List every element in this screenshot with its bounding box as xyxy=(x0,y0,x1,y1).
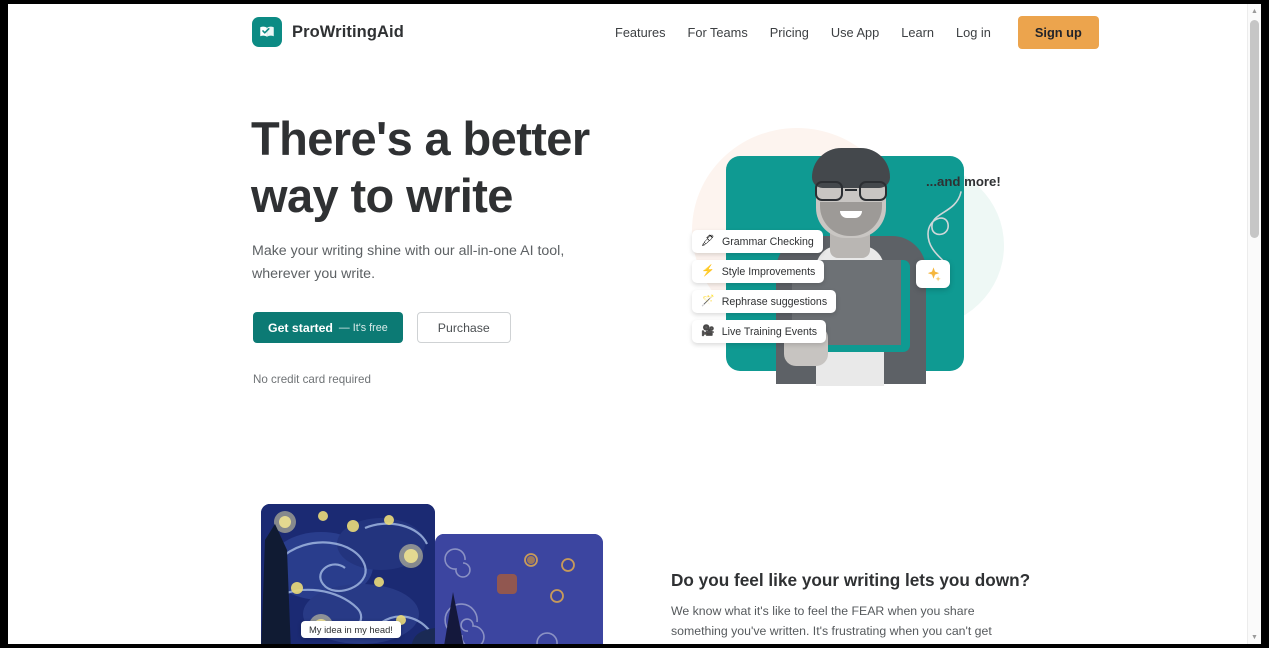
magic-wand-icon: 🪄 xyxy=(701,295,715,307)
brand-logo[interactable]: ProWritingAid xyxy=(252,17,404,47)
section-two-body: We know what it's like to feel the FEAR … xyxy=(671,604,992,644)
video-camera-icon: 🎥 xyxy=(701,325,715,337)
feature-chip-grammar-checking[interactable]: 🖋 Grammar Checking xyxy=(692,230,823,253)
browser-window: ProWritingAid Features For Teams Pricing… xyxy=(8,4,1261,644)
sign-up-button[interactable]: Sign up xyxy=(1017,16,1099,49)
nav-item-features[interactable]: Features xyxy=(604,17,677,48)
get-started-sublabel: — It's free xyxy=(338,321,388,334)
and-more-label: ...and more! xyxy=(926,174,1001,189)
glasses-icon xyxy=(814,181,888,201)
quill-pen-icon: 🖋 xyxy=(701,235,715,247)
sparkles-icon xyxy=(916,260,950,288)
feature-chip-label: Style Improvements xyxy=(721,265,816,278)
section-two-title: Do you feel like your writing lets you d… xyxy=(671,570,1031,590)
idea-caption-label: My idea in my head! xyxy=(301,621,401,638)
feature-chip-list: 🖋 Grammar Checking ⚡ Style Improvements … xyxy=(692,230,852,350)
site-header: ProWritingAid Features For Teams Pricing… xyxy=(8,4,1247,60)
feature-chip-live-training-events[interactable]: 🎥 Live Training Events xyxy=(692,320,827,343)
scroll-up-arrow[interactable]: ▲ xyxy=(1248,4,1261,18)
nav-item-pricing[interactable]: Pricing xyxy=(759,17,820,48)
main-nav: Features For Teams Pricing Use App Learn… xyxy=(604,16,1099,49)
get-started-button[interactable]: Get started — It's free xyxy=(253,312,403,343)
nav-item-log-in[interactable]: Log in xyxy=(945,17,1002,48)
page-viewport: ProWritingAid Features For Teams Pricing… xyxy=(8,4,1247,644)
lightning-bolt-icon: ⚡ xyxy=(701,265,715,277)
book-check-icon xyxy=(252,17,282,47)
simplified-painting-graphic xyxy=(435,534,603,644)
page-title: There's a better way to write xyxy=(251,112,590,222)
feature-chip-label: Live Training Events xyxy=(721,325,818,338)
feature-chip-style-improvements[interactable]: ⚡ Style Improvements xyxy=(692,260,825,283)
feature-chip-label: Grammar Checking xyxy=(721,235,814,248)
nav-item-for-teams[interactable]: For Teams xyxy=(677,17,759,48)
no-credit-card-note: No credit card required xyxy=(253,373,371,386)
feature-chip-rephrase-suggestions[interactable]: 🪄 Rephrase suggestions xyxy=(692,290,837,313)
nav-item-learn[interactable]: Learn xyxy=(890,17,945,48)
feature-chip-label: Rephrase suggestions xyxy=(721,295,828,308)
scroll-down-arrow[interactable]: ▼ xyxy=(1248,630,1261,644)
hero-cta-row: Get started — It's free Purchase xyxy=(253,312,511,343)
hero-subtitle: Make your writing shine with our all-in-… xyxy=(252,243,565,282)
nav-item-use-app[interactable]: Use App xyxy=(820,17,890,48)
page-scrollbar[interactable]: ▲ ▼ xyxy=(1247,4,1261,644)
purchase-button[interactable]: Purchase xyxy=(416,312,511,343)
curly-arrow-icon xyxy=(927,191,962,265)
brand-name: ProWritingAid xyxy=(292,22,404,41)
hero-illustration: ...and more! 🖋 Grammar Checking ⚡ Style … xyxy=(674,108,1014,398)
scroll-thumb[interactable] xyxy=(1250,20,1259,238)
get-started-label: Get started xyxy=(268,320,333,335)
